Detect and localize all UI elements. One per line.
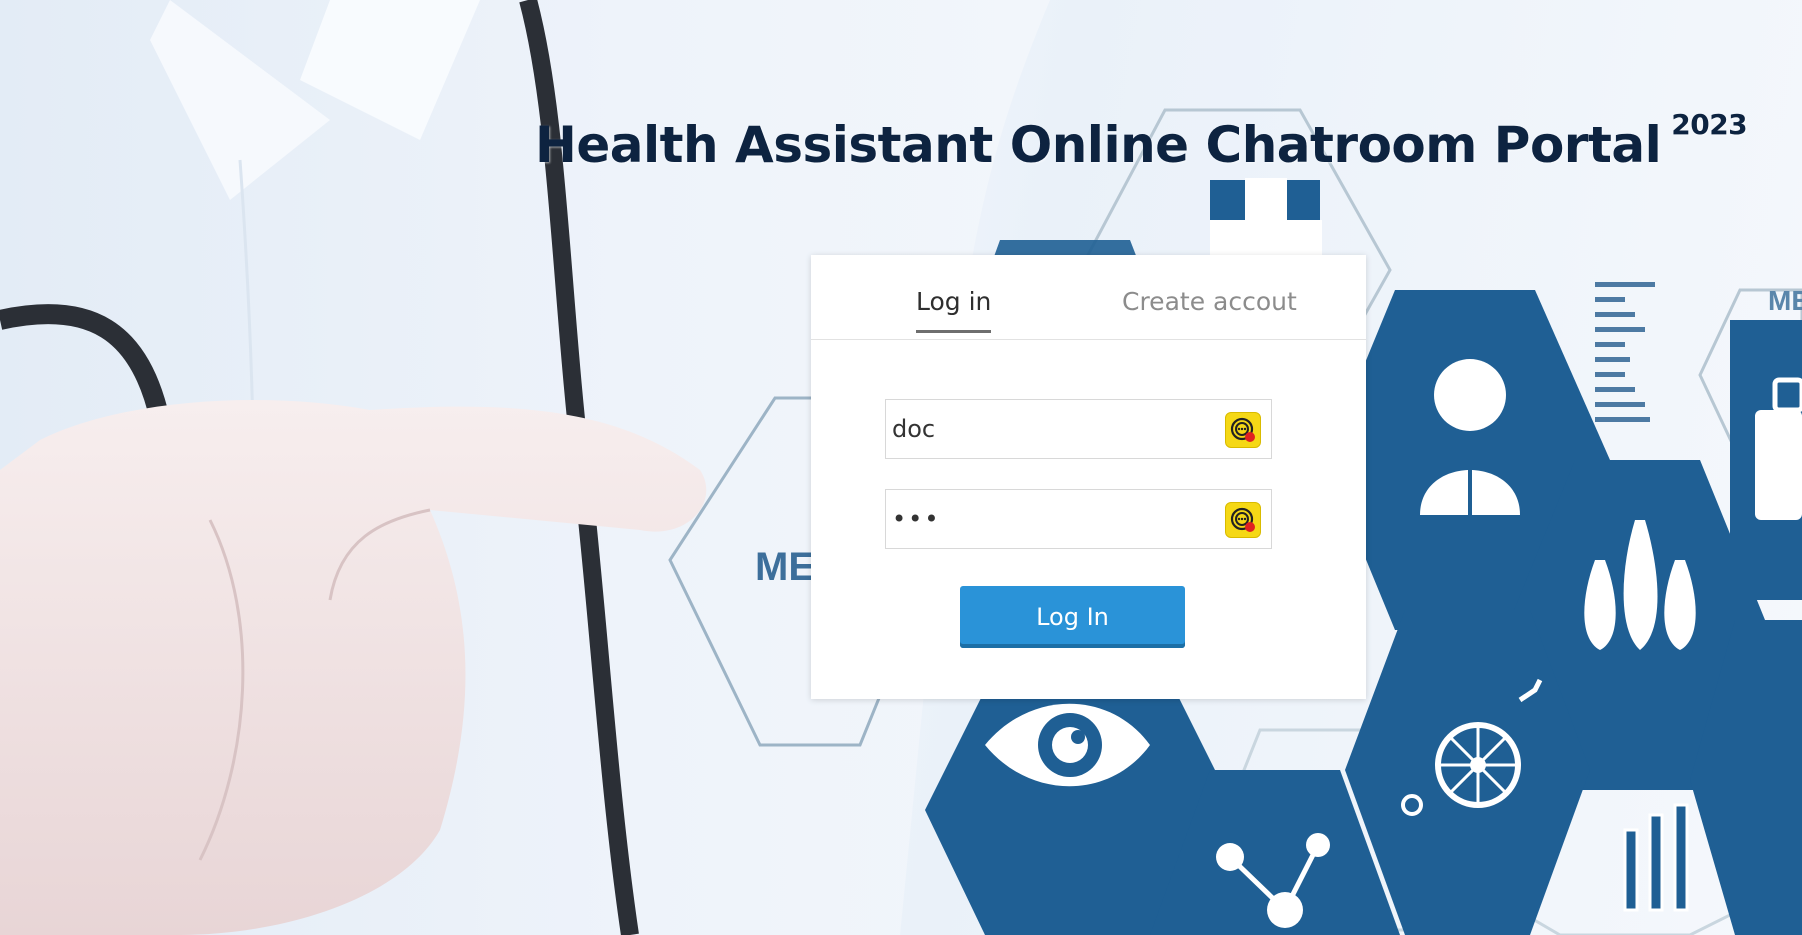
username-field — [885, 399, 1272, 459]
login-page: ME ME Health Assistant Online Chatroom P… — [0, 0, 1802, 935]
tab-bar: Log in Create accout — [811, 255, 1366, 340]
page-title: Health Assistant Online Chatroom Portal 2… — [535, 108, 1748, 174]
page-title-text: Health Assistant Online Chatroom Portal — [535, 116, 1662, 174]
hexagon-text-right: ME — [1768, 285, 1802, 316]
password-input[interactable] — [892, 490, 1212, 548]
password-manager-icon[interactable] — [1225, 412, 1261, 448]
tab-create-account[interactable]: Create accout — [1122, 287, 1297, 316]
password-manager-icon[interactable] — [1225, 502, 1261, 538]
password-field — [885, 489, 1272, 549]
title-year: 2023 — [1671, 108, 1748, 141]
hexagon-text: ME — [755, 545, 815, 589]
username-input[interactable] — [892, 400, 1212, 458]
tab-login[interactable]: Log in — [916, 287, 992, 333]
list-text-decoration — [1595, 282, 1655, 422]
login-card: Log in Create accout doc ••• Log In — [811, 255, 1366, 699]
login-button[interactable]: Log In — [960, 586, 1185, 648]
